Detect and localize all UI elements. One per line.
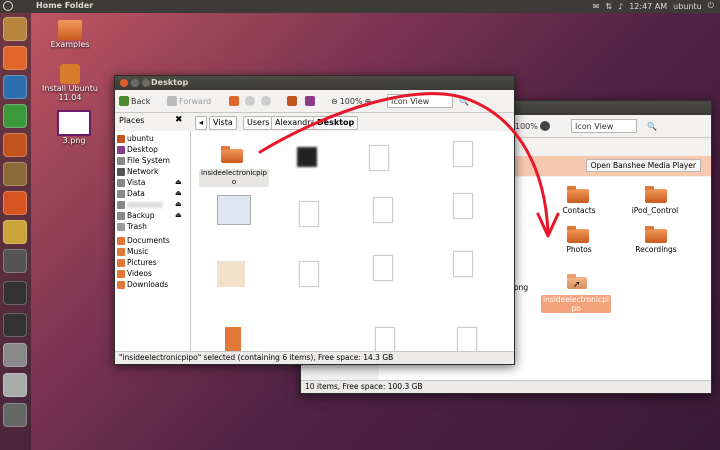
drag-arrow-annotation [258,92,560,238]
